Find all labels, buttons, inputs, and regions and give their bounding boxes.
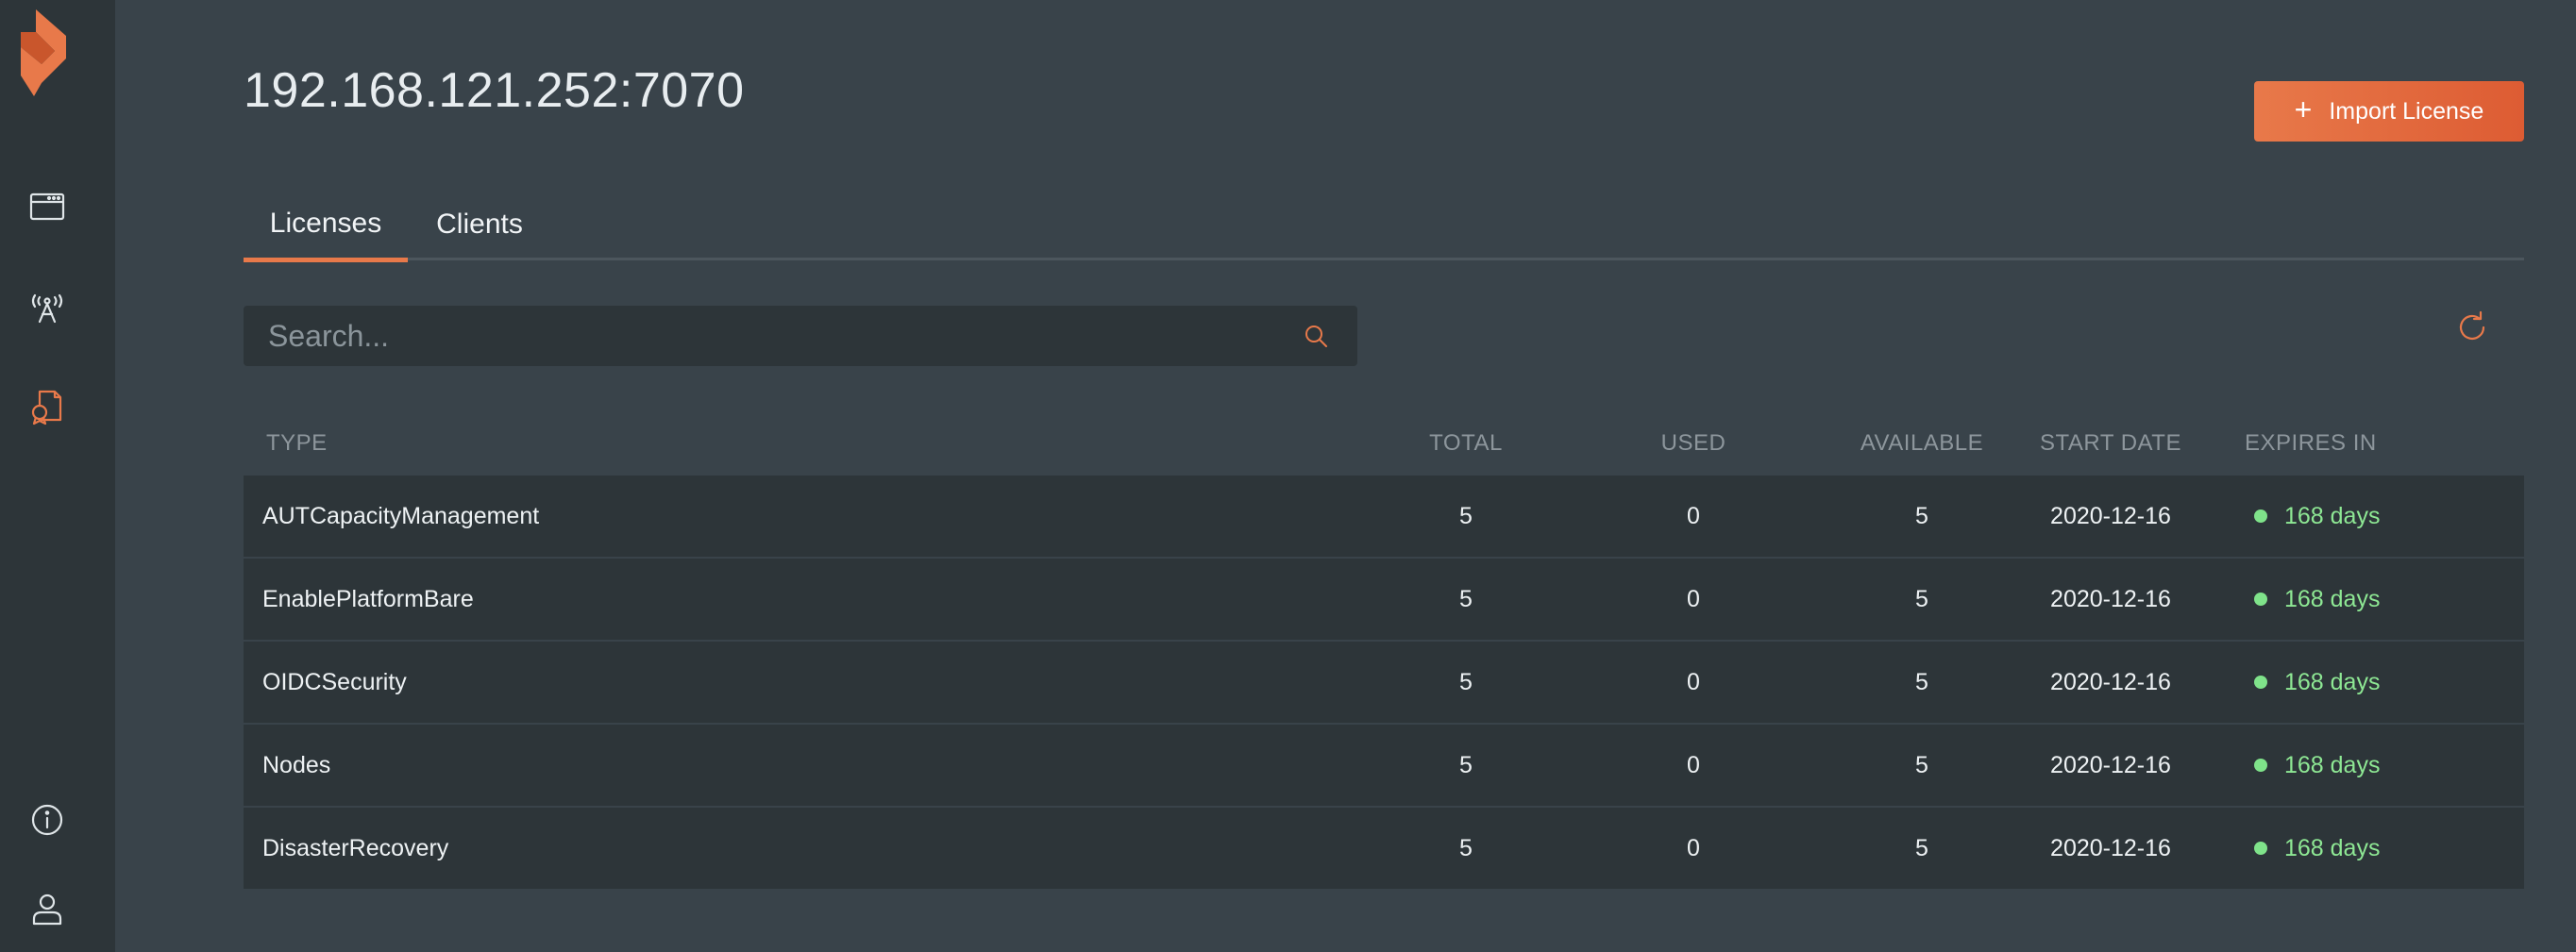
cell-available: 5 [1915,668,1928,695]
nav-user-button[interactable] [25,887,69,930]
cell-total: 5 [1459,834,1473,861]
portworx-logo-icon[interactable] [21,9,74,96]
cell-used: 0 [1687,502,1700,529]
cell-expires-in: 168 days [2254,476,2500,557]
column-header-available[interactable]: AVAILABLE [1839,411,2005,476]
cell-type: DisasterRecovery [262,834,449,861]
column-header-type[interactable]: TYPE [266,411,1399,476]
cell-type: EnablePlatformBare [262,585,474,612]
cell-type: Nodes [262,751,331,778]
import-license-label: Import License [2329,97,2484,125]
cell-total: 5 [1459,502,1473,529]
info-icon [31,804,63,836]
expires-in-value: 168 days [2284,585,2381,612]
cell-used: 0 [1687,668,1700,695]
table-header: TYPE TOTAL USED AVAILABLE START DATE EXP… [244,411,2524,476]
license-document-icon [31,390,62,426]
browser-window-icon [29,192,65,221]
cell-start-date: 2020-12-16 [2050,751,2171,778]
cell-total: 5 [1459,585,1473,612]
nav-licenses-button[interactable] [25,385,69,428]
cell-available: 5 [1915,502,1928,529]
cell-expires-in: 168 days [2254,725,2500,806]
cell-total: 5 [1459,668,1473,695]
expires-in-value: 168 days [2284,668,2381,695]
cell-start-date: 2020-12-16 [2050,502,2171,529]
nav-clusters-button[interactable] [25,185,69,228]
expires-in-value: 168 days [2284,751,2381,778]
import-license-button[interactable]: + Import License [2254,81,2524,142]
column-header-used[interactable]: USED [1627,411,1759,476]
status-dot-icon [2254,509,2267,523]
cell-total: 5 [1459,751,1473,778]
cell-start-date: 2020-12-16 [2050,585,2171,612]
expires-in-value: 168 days [2284,834,2381,861]
column-header-expires-in[interactable]: EXPIRES IN [2245,411,2490,476]
tab-clients[interactable]: Clients [408,189,551,260]
cell-type: AUTCapacityManagement [262,502,540,529]
cell-expires-in: 168 days [2254,559,2500,640]
table-row[interactable]: DisasterRecovery 5 0 5 2020-12-16 168 da… [244,808,2524,889]
tab-bar: Licenses Clients [244,189,2524,262]
status-dot-icon [2254,593,2267,606]
cell-start-date: 2020-12-16 [2050,834,2171,861]
status-dot-icon [2254,842,2267,855]
table-row[interactable]: AUTCapacityManagement 5 0 5 2020-12-16 1… [244,476,2524,557]
nav-info-button[interactable] [25,798,69,842]
cell-type: OIDCSecurity [262,668,407,695]
search-icon[interactable] [1303,323,1329,349]
nav-monitoring-button[interactable] [25,285,69,328]
cell-available: 5 [1915,834,1928,861]
column-header-total[interactable]: TOTAL [1400,411,1532,476]
plus-icon: + [2294,92,2313,126]
expires-in-value: 168 days [2284,502,2381,529]
page-title: 192.168.121.252:7070 [244,63,745,118]
cell-expires-in: 168 days [2254,642,2500,723]
cell-available: 5 [1915,751,1928,778]
table-row[interactable]: OIDCSecurity 5 0 5 2020-12-16 168 days [244,642,2524,723]
cell-used: 0 [1687,751,1700,778]
tab-licenses[interactable]: Licenses [244,189,408,262]
status-dot-icon [2254,676,2267,689]
cell-used: 0 [1687,834,1700,861]
broadcast-tower-icon [31,293,63,324]
column-header-start-date[interactable]: START DATE [2009,411,2213,476]
licenses-table: TYPE TOTAL USED AVAILABLE START DATE EXP… [244,411,2524,891]
cell-expires-in: 168 days [2254,808,2500,889]
table-row[interactable]: Nodes 5 0 5 2020-12-16 168 days [244,725,2524,806]
cell-start-date: 2020-12-16 [2050,668,2171,695]
cell-used: 0 [1687,585,1700,612]
search-box [244,306,1357,366]
user-icon [32,894,62,926]
refresh-icon[interactable] [2454,309,2490,345]
cell-available: 5 [1915,585,1928,612]
search-input[interactable] [244,306,1282,366]
main-content: 192.168.121.252:7070 + Import License Li… [115,0,2576,952]
sidebar [0,0,115,952]
table-row[interactable]: EnablePlatformBare 5 0 5 2020-12-16 168 … [244,559,2524,640]
status-dot-icon [2254,759,2267,772]
